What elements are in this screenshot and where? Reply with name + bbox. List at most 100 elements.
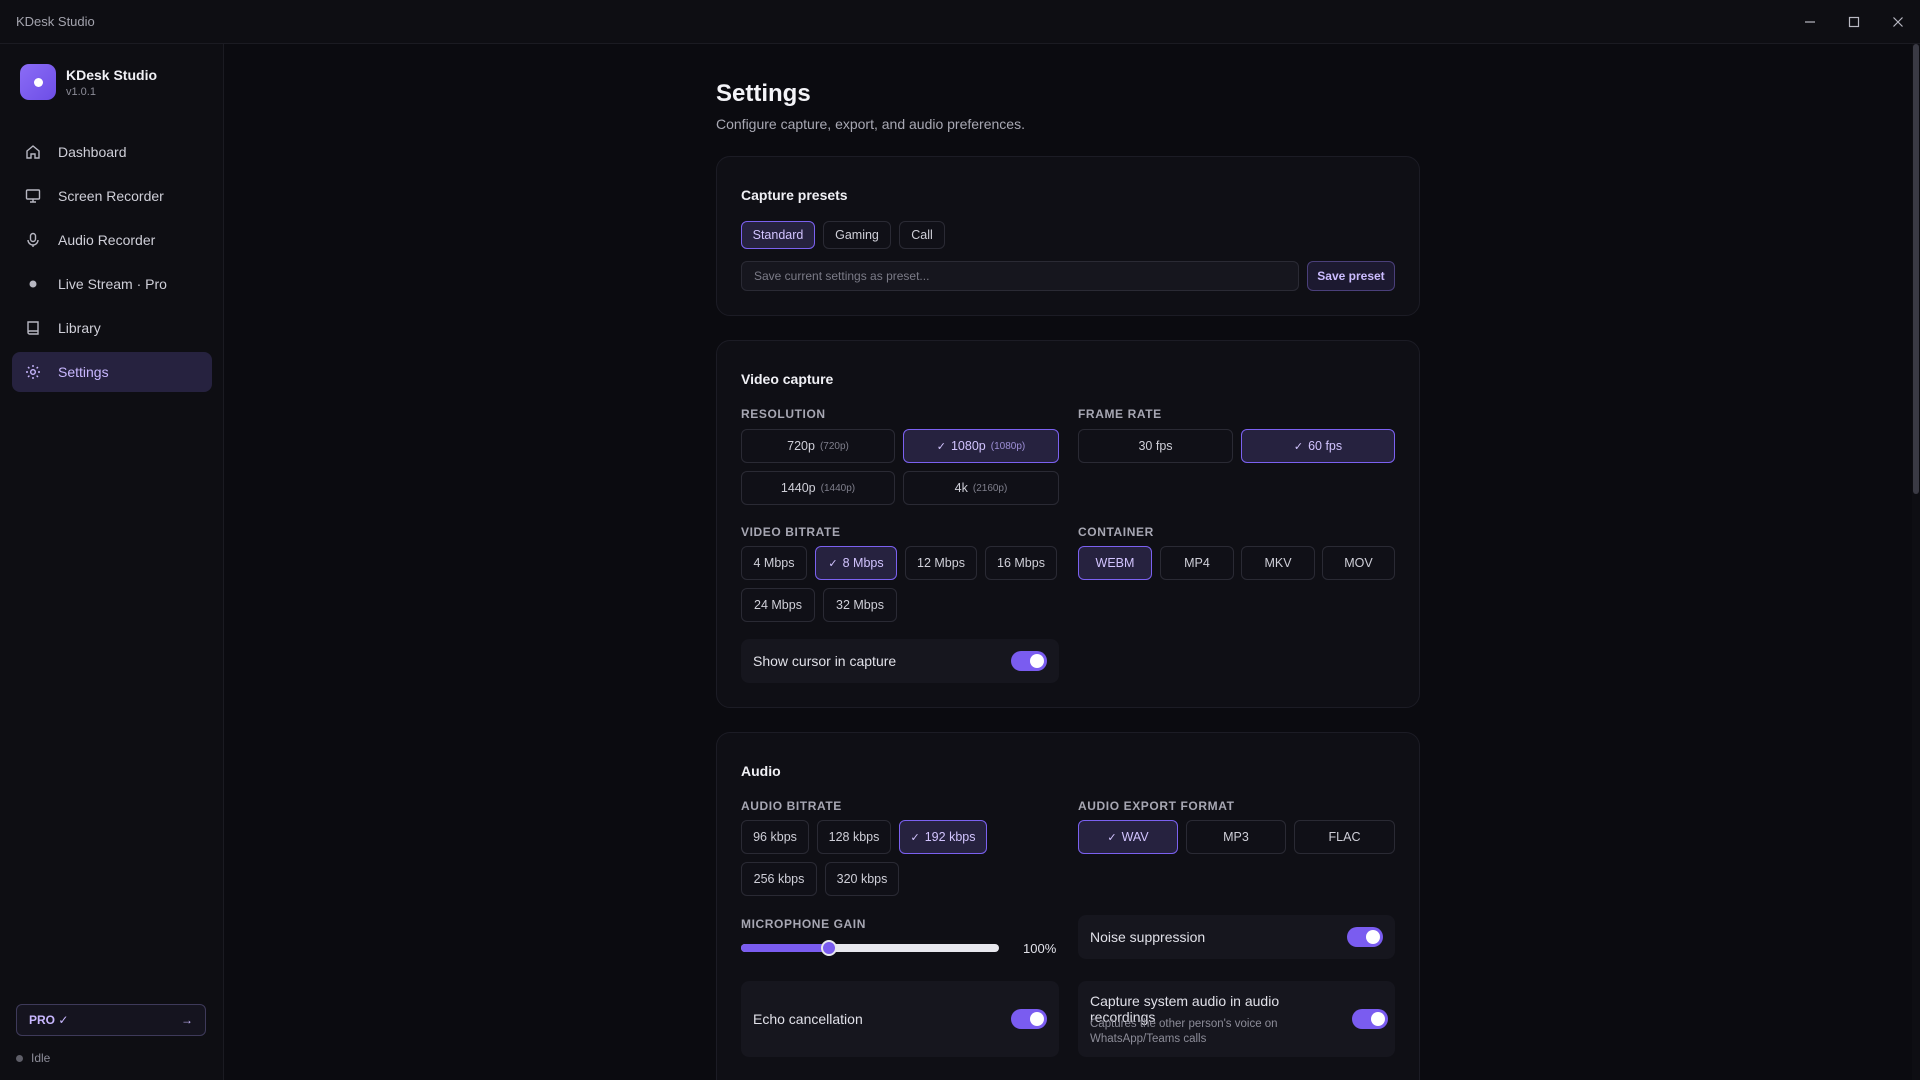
sidebar-item-label: Library [58,320,101,336]
check-icon: ✓ [828,557,838,570]
system-audio-toggle[interactable] [1352,1009,1388,1029]
arrow-right-icon: → [181,1013,193,1027]
sidebar-nav: Dashboard Screen Recorder Audio Recorder… [12,132,212,396]
show-cursor-toggle[interactable] [1011,651,1047,671]
mic-gain-value: 100% [1023,941,1057,956]
audio-bitrate-320kbps[interactable]: 320 kbps [825,862,899,896]
resolution-label: RESOLUTION [741,407,826,421]
resolution-1440p[interactable]: 1440p (1440p) [741,471,895,505]
video-bitrate-24mbps[interactable]: 24 Mbps [741,588,815,622]
preset-call[interactable]: Call [899,221,945,249]
video-bitrate-4mbps[interactable]: 4 Mbps [741,546,807,580]
check-icon: ✓ [1107,831,1117,844]
sidebar-item-label: Audio Recorder [58,232,156,248]
scrollbar-thumb[interactable] [1913,44,1919,494]
status-text: Idle [31,1051,51,1065]
page-scrollbar[interactable] [1912,44,1920,1080]
pro-upgrade-button[interactable]: PRO ✓ → [16,1004,206,1036]
maximize-icon[interactable] [1842,10,1866,34]
mic-gain-slider[interactable] [741,940,999,956]
echo-cancellation-label: Echo cancellation [753,1011,863,1027]
video-bitrate-label: VIDEO BITRATE [741,525,841,539]
video-bitrate-32mbps[interactable]: 32 Mbps [823,588,897,622]
sidebar-item-label: Live Stream · Pro [58,276,167,292]
capture-presets-card: Capture presets Standard Gaming Call Sav… [716,156,1420,316]
audio-bitrate-96kbps[interactable]: 96 kbps [741,820,809,854]
container-label: CONTAINER [1078,525,1154,539]
show-cursor-row: Show cursor in capture [741,639,1059,683]
title-bar: KDesk Studio [0,0,1920,44]
brand: KDesk Studio v1.0.1 [20,64,157,100]
section-title: Capture presets [741,187,848,203]
video-capture-card: Video capture RESOLUTION 720p (720p) ✓ 108… [716,340,1420,708]
brand-name: KDesk Studio [66,66,158,83]
home-icon [24,143,42,161]
format-wav[interactable]: ✓ WAV [1078,820,1178,854]
video-bitrate-8mbps[interactable]: ✓ 8 Mbps [815,546,897,580]
container-webm[interactable]: WEBM [1078,546,1152,580]
system-audio-description: Captures the other person's voice on Wha… [1090,1018,1278,1045]
sidebar-item-label: Screen Recorder [58,188,164,204]
show-cursor-label: Show cursor in capture [753,653,897,669]
video-bitrate-16mbps[interactable]: 16 Mbps [985,546,1057,580]
video-bitrate-12mbps[interactable]: 12 Mbps [905,546,977,580]
sidebar-item-audio-recorder[interactable]: Audio Recorder [12,220,212,260]
sidebar-item-library[interactable]: Library [12,308,212,348]
monitor-icon [24,187,42,205]
brand-version: v1.0.1 [66,85,96,98]
container-mp4[interactable]: MP4 [1160,546,1234,580]
save-preset-button[interactable]: Save preset [1307,261,1395,291]
format-mp3[interactable]: MP3 [1186,820,1286,854]
framerate-30fps[interactable]: 30 fps [1078,429,1233,463]
sidebar-item-label: Settings [58,364,109,380]
noise-suppression-row: Noise suppression [1078,915,1395,959]
audio-bitrate-128kbps[interactable]: 128 kbps [817,820,891,854]
container-mkv[interactable]: MKV [1241,546,1315,580]
audio-bitrate-256kbps[interactable]: 256 kbps [741,862,817,896]
echo-cancellation-toggle[interactable] [1011,1009,1047,1029]
app-logo-icon [20,64,56,100]
page-title: Settings [716,80,811,107]
preset-gaming[interactable]: Gaming [823,221,891,249]
audio-bitrate-label: AUDIO BITRATE [741,799,842,813]
format-flac[interactable]: FLAC [1294,820,1395,854]
resolution-4k[interactable]: 4k (2160p) [903,471,1059,505]
resolution-720p[interactable]: 720p (720p) [741,429,895,463]
framerate-60fps[interactable]: ✓ 60 fps [1241,429,1395,463]
pro-label: PRO ✓ [29,1013,69,1027]
sidebar-item-settings[interactable]: Settings [12,352,212,392]
sidebar-item-dashboard[interactable]: Dashboard [12,132,212,172]
check-icon: ✓ [910,831,920,844]
noise-suppression-toggle[interactable] [1347,927,1383,947]
dot-icon [24,275,42,293]
check-icon: ✓ [1293,440,1304,453]
close-icon[interactable] [1886,10,1910,34]
gear-icon [24,363,42,381]
sidebar-item-screen-recorder[interactable]: Screen Recorder [12,176,212,216]
slider-handle[interactable] [820,940,837,956]
audio-bitrate-192kbps[interactable]: ✓ 192 kbps [899,820,987,854]
audio-format-label: AUDIO EXPORT FORMAT [1078,799,1235,813]
resolution-1080p[interactable]: ✓ 1080p (1080p) [903,429,1059,463]
frame-rate-label: FRAME RATE [1078,407,1162,421]
check-icon: ✓ [936,440,946,453]
sidebar-item-live-stream[interactable]: Live Stream · Pro [12,264,212,304]
echo-cancellation-row: Echo cancellation [741,981,1059,1057]
container-mov[interactable]: MOV [1322,546,1395,580]
page-subtitle: Configure capture, export, and audio pre… [716,116,1025,132]
slider-fill [741,944,829,952]
sidebar-item-label: Dashboard [58,144,127,160]
system-audio-row: Capture system audio in audio recordings… [1078,981,1395,1057]
microphone-icon [24,231,42,249]
sidebar: KDesk Studio v1.0.1 Dashboard Screen Rec… [0,44,224,1080]
audio-card: Audio AUDIO BITRATE 96 kbps 128 kbps ✓ 19… [716,732,1420,1080]
preset-standard[interactable]: Standard [741,221,815,249]
minimize-icon[interactable] [1798,10,1822,34]
section-title: Video capture [741,371,834,387]
book-icon [24,319,42,337]
preset-name-input[interactable] [741,261,1299,291]
noise-suppression-label: Noise suppression [1090,929,1206,945]
window-title: KDesk Studio [16,14,95,29]
mic-gain-label: MICROPHONE GAIN [741,917,867,931]
status-indicator: Idle [16,1051,50,1065]
